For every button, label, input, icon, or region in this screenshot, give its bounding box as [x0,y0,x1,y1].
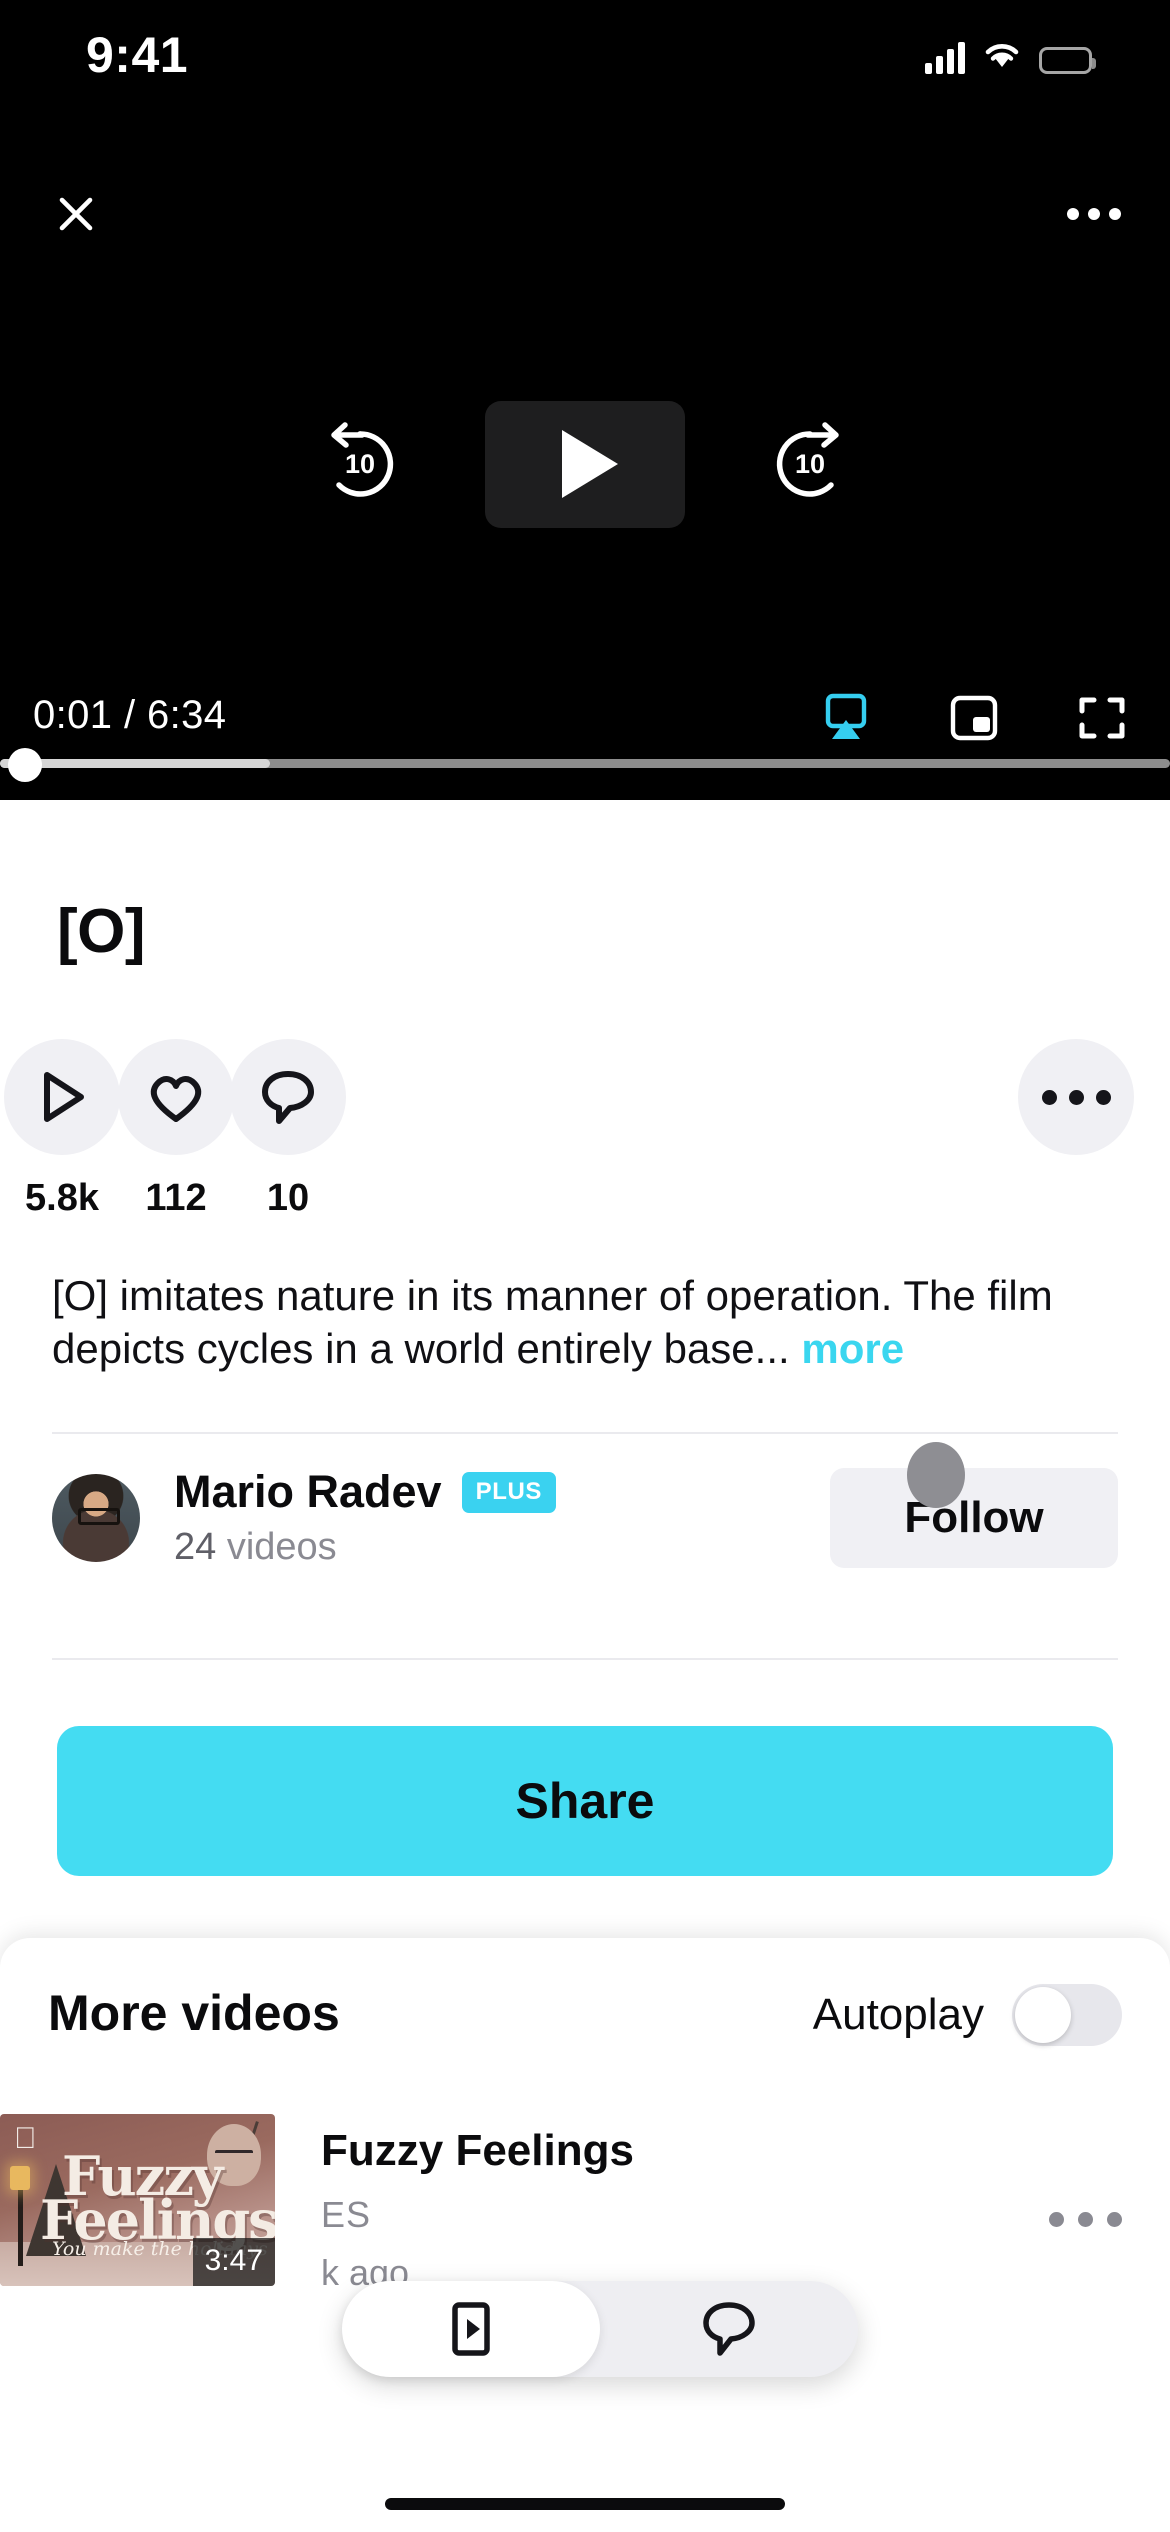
play-icon[interactable] [485,400,685,528]
divider-bottom [52,1657,1118,1660]
close-icon[interactable] [40,178,112,250]
video-details: [O] 5.8k 112 10 [O] imitates nature in i… [0,800,1170,1876]
autoplay-control[interactable]: Autoplay [813,1984,1122,2046]
status-bar-time: 9:41 [86,27,189,83]
follow-button[interactable]: Follow [830,1467,1118,1568]
comment-tab-icon[interactable] [600,2281,858,2377]
time-display: 0:01 / 6:34 [33,693,227,737]
play-triangle [562,430,618,498]
status-bar: 9:41 [0,0,1170,112]
list-item-channel: ES [321,2194,372,2235]
video-player[interactable]: 9:41 10 10 0:01 / 6:34 [0,0,1170,800]
autoplay-toggle[interactable] [1012,1984,1122,2046]
description-more-link[interactable]: more [801,1325,904,1372]
creator-video-count: 24 videos [174,1526,556,1569]
player-bottom-bar: 0:01 / 6:34 [0,670,1170,800]
more-videos-title: More videos [48,1985,340,2041]
video-more-options-icon[interactable] [1018,1039,1134,1155]
autoplay-label: Autoplay [812,1990,984,2039]
creator-name-row: Mario Radev PLUS [174,1466,557,1518]
fullscreen-icon[interactable] [1072,690,1132,746]
svg-text:10: 10 [795,449,825,479]
avatar[interactable] [52,1473,140,1562]
share-button[interactable]: Share [57,1725,1113,1876]
floating-tab-bar[interactable] [342,2281,858,2377]
stat-comments[interactable]: 10 [198,1039,378,1220]
video-description: [O] imitates nature in its manner of ope… [52,1270,1118,1376]
rewind-10-icon[interactable]: 10 [315,419,405,509]
touch-cursor-indicator [907,1441,965,1508]
svg-text:10: 10 [345,449,375,479]
creator-info: Mario Radev PLUS 24 videos [174,1466,557,1569]
picture-in-picture-icon[interactable] [944,690,1004,746]
stat-comments-value: 10 [266,1177,310,1219]
creator-row[interactable]: Mario Radev PLUS 24 videos Follow [52,1434,1118,1602]
creator-video-count-label: videos [216,1526,337,1569]
video-thumbnail[interactable]:  Fuzzy Feelings You make the holidays 3… [0,2114,275,2286]
autoplay-toggle-knob [1015,1987,1071,2043]
status-badge: PLUS [461,1471,557,1513]
player-top-bar [0,178,1170,268]
thumb-lamp [10,2166,30,2266]
video-tab-icon[interactable] [342,2281,600,2377]
more-videos-sheet: More videos Autoplay  Fuzzy Feelings Yo… [0,1938,1170,2532]
playback-controls: 10 10 [0,399,1170,529]
list-item-title[interactable]: Fuzzy Feelings [321,2126,1122,2176]
more-videos-header: More videos Autoplay [48,1938,1122,2088]
battery-icon [1039,47,1096,74]
progress-scrubber-handle[interactable] [8,748,42,782]
progress-bar[interactable] [0,748,1170,782]
app-screen: 9:41 10 10 0:01 / 6:34 [O] 5.8k 112 10 [… [0,0,1170,2532]
player-more-options-icon[interactable] [1058,178,1130,250]
creator-video-count-number: 24 [174,1526,217,1569]
airplay-icon[interactable] [816,690,876,746]
list-item-meta: Fuzzy Feelings ES k ago [321,2114,1122,2294]
status-bar-indicators [925,32,1096,74]
video-stats-row: 5.8k 112 10 [0,1039,1170,1224]
list-item-more-options-icon[interactable] [1049,2212,1122,2227]
page-title: [O] [57,897,146,966]
forward-10-icon[interactable]: 10 [765,419,855,509]
video-duration-badge: 3:47 [192,2238,275,2286]
wifi-icon [982,39,1022,74]
player-action-icons [816,690,1132,746]
home-indicator [385,2498,785,2510]
apple-logo-icon:  [14,2124,40,2154]
creator-name[interactable]: Mario Radev [174,1466,442,1518]
cellular-signal-icon [925,42,965,74]
comment-outline-icon[interactable] [230,1039,346,1155]
